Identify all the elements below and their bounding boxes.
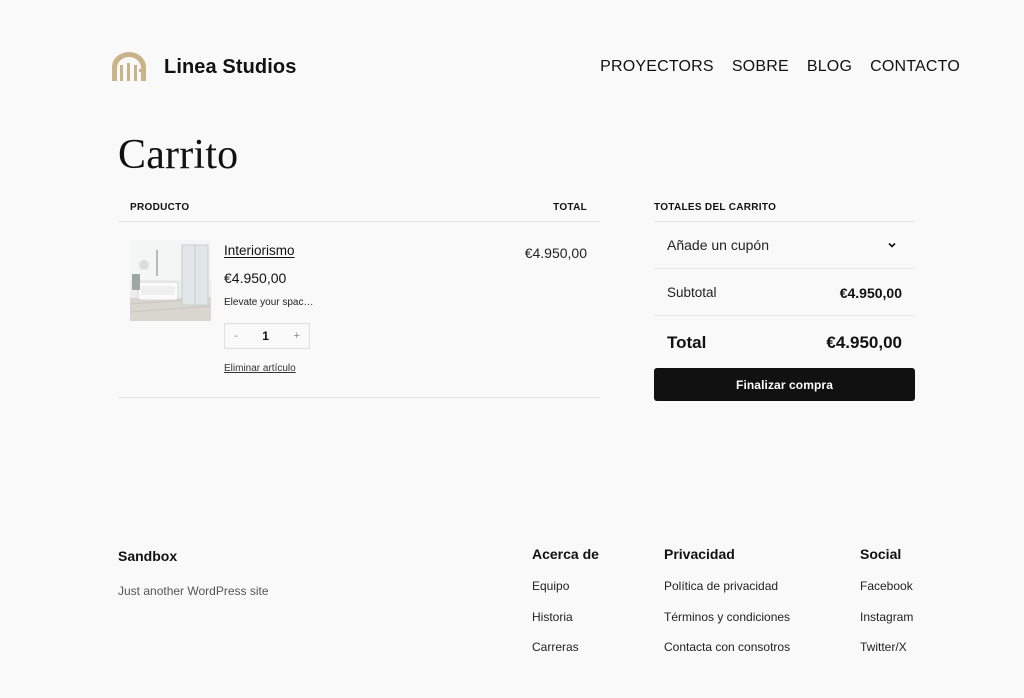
total-row: Total €4.950,00 bbox=[654, 316, 915, 368]
main-nav: PROYECTORS SOBRE BLOG CONTACTO bbox=[600, 58, 960, 76]
chevron-down-icon bbox=[888, 242, 896, 248]
footer-site-name: Sandbox bbox=[118, 548, 178, 564]
subtotal-label: Subtotal bbox=[667, 285, 717, 300]
cart-table: PRODUCTO TOTAL Interiorismo €4.950,00 El… bbox=[118, 196, 600, 398]
site-header: Linea Studios PROYECTORS SOBRE BLOG CONT… bbox=[110, 50, 960, 86]
cart-totals-header: TOTALES DEL CARRITO bbox=[654, 196, 915, 222]
footer-heading-privacy: Privacidad bbox=[664, 546, 735, 562]
column-header-product: PRODUCTO bbox=[130, 202, 190, 213]
nav-item-blog[interactable]: BLOG bbox=[807, 58, 852, 76]
increment-button[interactable]: + bbox=[294, 330, 300, 342]
footer-heading-social: Social bbox=[860, 546, 902, 562]
footer-link-instagram[interactable]: Instagram bbox=[860, 610, 913, 625]
total-value: €4.950,00 bbox=[826, 333, 902, 352]
footer-link-twitter[interactable]: Twitter/X bbox=[860, 640, 913, 655]
footer-column-about: Acerca de Equipo Historia Carreras bbox=[532, 546, 599, 671]
cart-totals: TOTALES DEL CARRITO Añade un cupón Subto… bbox=[654, 196, 915, 401]
nav-item-proyectors[interactable]: PROYECTORS bbox=[600, 58, 714, 76]
footer-link-terms[interactable]: Términos y condiciones bbox=[664, 610, 790, 625]
footer-link-contact[interactable]: Contacta con consotros bbox=[664, 640, 790, 655]
subtotal-value: €4.950,00 bbox=[839, 285, 902, 301]
nav-item-sobre[interactable]: SOBRE bbox=[732, 58, 789, 76]
quantity-input[interactable]: 1 bbox=[262, 329, 269, 343]
quantity-stepper: - 1 + bbox=[224, 323, 310, 349]
decrement-button[interactable]: - bbox=[234, 330, 238, 342]
footer-column-privacy: Privacidad Política de privacidad Términ… bbox=[664, 546, 790, 671]
product-description: Elevate your spac… bbox=[224, 297, 314, 308]
footer-heading-about: Acerca de bbox=[532, 546, 599, 562]
site-logo[interactable] bbox=[110, 51, 148, 81]
arch-logo-icon bbox=[112, 52, 146, 81]
footer-link-facebook[interactable]: Facebook bbox=[860, 579, 913, 594]
coupon-toggle[interactable]: Añade un cupón bbox=[654, 222, 915, 269]
product-price: €4.950,00 bbox=[224, 270, 287, 286]
nav-item-contacto[interactable]: CONTACTO bbox=[870, 58, 960, 76]
footer-column-social: Social Facebook Instagram Twitter/X bbox=[860, 546, 913, 671]
cart-table-header: PRODUCTO TOTAL bbox=[118, 196, 600, 222]
footer-link-privacy-policy[interactable]: Política de privacidad bbox=[664, 579, 790, 594]
total-label: Total bbox=[667, 333, 707, 352]
product-name-link[interactable]: Interiorismo bbox=[224, 243, 295, 258]
coupon-label: Añade un cupón bbox=[667, 237, 769, 253]
cart-item-row: Interiorismo €4.950,00 Elevate your spac… bbox=[118, 222, 600, 398]
footer-link-equipo[interactable]: Equipo bbox=[532, 579, 599, 594]
product-thumbnail[interactable] bbox=[130, 240, 211, 321]
cart-totals-heading: TOTALES DEL CARRITO bbox=[654, 202, 777, 213]
footer-link-historia[interactable]: Historia bbox=[532, 610, 599, 625]
footer-tagline: Just another WordPress site bbox=[118, 584, 269, 598]
column-header-total: TOTAL bbox=[553, 202, 587, 213]
subtotal-row: Subtotal €4.950,00 bbox=[654, 269, 915, 316]
footer-link-carreras[interactable]: Carreras bbox=[532, 640, 599, 655]
remove-item-link[interactable]: Eliminar artículo bbox=[224, 363, 296, 374]
line-total: €4.950,00 bbox=[524, 245, 587, 261]
site-title[interactable]: Linea Studios bbox=[164, 56, 296, 79]
checkout-button[interactable]: Finalizar compra bbox=[654, 368, 915, 401]
product-image bbox=[130, 240, 211, 321]
page-title: Carrito bbox=[118, 132, 239, 178]
